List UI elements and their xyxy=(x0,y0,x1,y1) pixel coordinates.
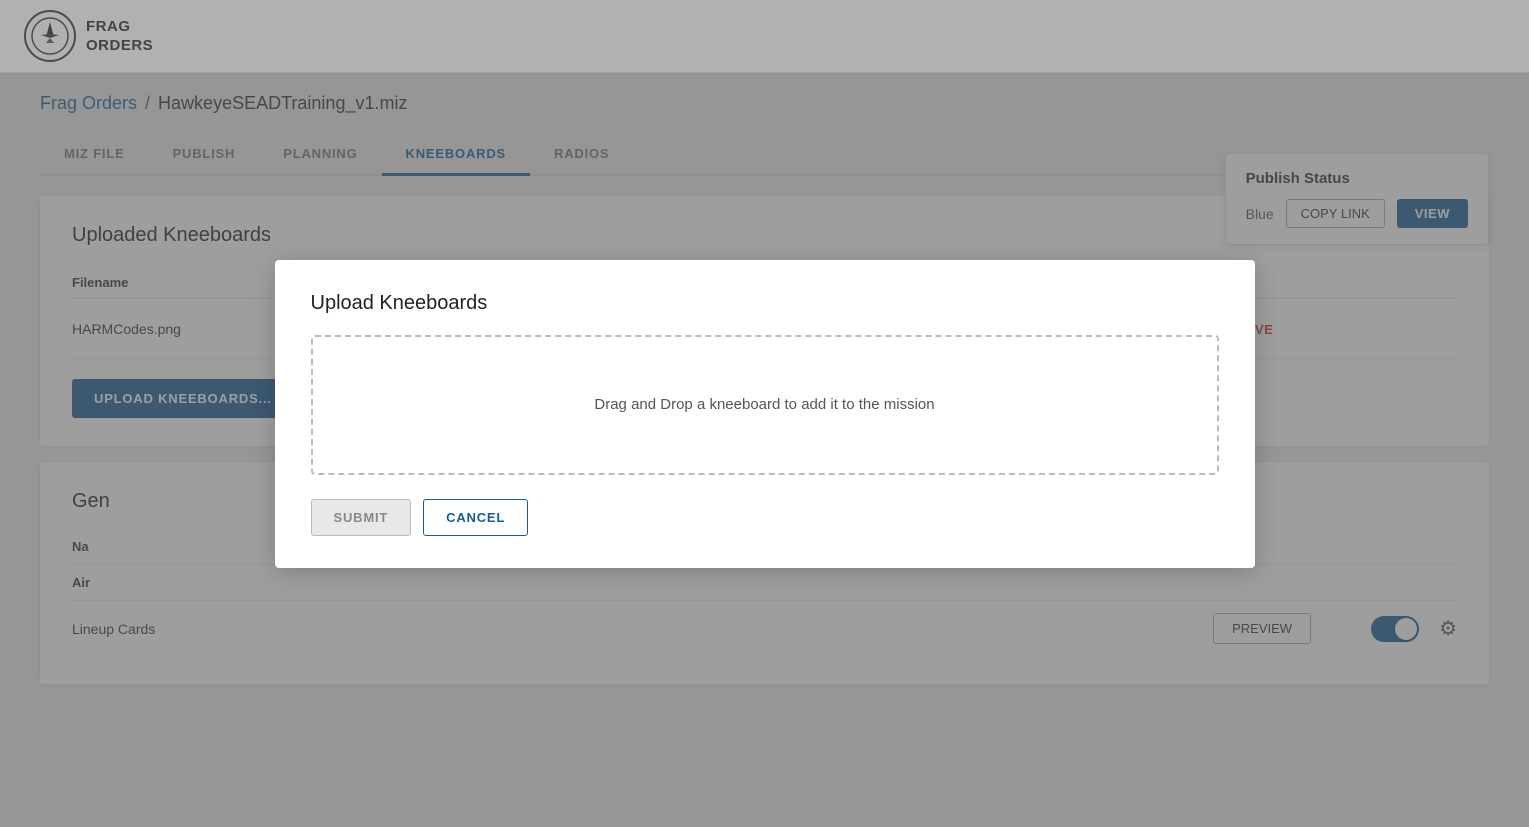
modal-actions: SUBMIT CANCEL xyxy=(311,499,1219,536)
modal-title: Upload Kneeboards xyxy=(311,292,1219,315)
upload-modal: Upload Kneeboards Drag and Drop a kneebo… xyxy=(275,260,1255,568)
cancel-button[interactable]: CANCEL xyxy=(423,499,528,536)
drop-zone[interactable]: Drag and Drop a kneeboard to add it to t… xyxy=(311,335,1219,475)
submit-button[interactable]: SUBMIT xyxy=(311,499,412,536)
modal-overlay: Upload Kneeboards Drag and Drop a kneebo… xyxy=(0,0,1529,827)
drop-zone-text: Drag and Drop a kneeboard to add it to t… xyxy=(594,396,934,413)
